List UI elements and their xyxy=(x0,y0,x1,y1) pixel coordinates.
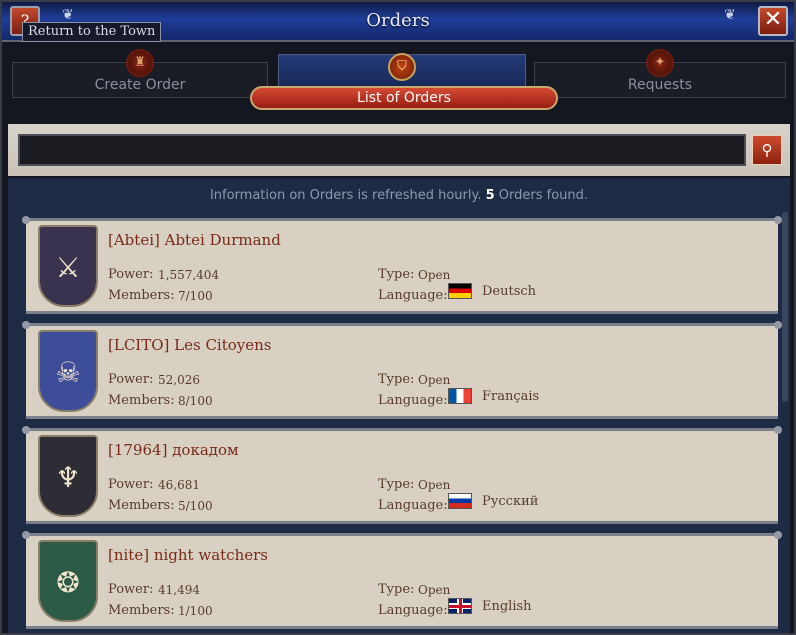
info-text: Information on Orders is refreshed hourl… xyxy=(8,188,790,203)
order-card[interactable]: ⚔ [Abtei] Abtei Durmand Power: 1,557,404… xyxy=(22,216,782,314)
power-label: Power: xyxy=(108,477,154,492)
language-label: Language: xyxy=(378,498,448,513)
list-orders-icon: ⛉ xyxy=(388,53,416,81)
order-name: [Abtei] Abtei Durmand xyxy=(108,231,281,249)
power-value: 46,681 xyxy=(158,478,200,492)
goat-skull-icon: ♆ xyxy=(55,461,81,494)
power-value: 41,494 xyxy=(158,583,200,597)
close-icon: ✕ xyxy=(763,7,783,32)
info-prefix: Information on Orders is refreshed hourl… xyxy=(209,188,482,203)
order-card[interactable]: ❂ [nite] night watchers Power: 41,494 Me… xyxy=(22,531,782,629)
language-label: Language: xyxy=(378,603,448,618)
language-value: Deutsch xyxy=(482,284,537,299)
members-value: 8/100 xyxy=(178,394,213,408)
griffin-icon: ❦ xyxy=(724,7,736,23)
order-card[interactable]: ☠ [LCITO] Les Citoyens Power: 52,026 Mem… xyxy=(22,321,782,419)
language-value: Русский xyxy=(482,494,539,509)
orders-window: ❦ Orders ❦ ? ✕ Return to the Town ♜ Crea… xyxy=(0,0,796,635)
type-label: Type: xyxy=(378,267,415,282)
language-label: Language: xyxy=(378,288,448,303)
language-value: Français xyxy=(482,389,540,404)
scrollbar[interactable] xyxy=(782,212,788,402)
members-value: 5/100 xyxy=(178,499,213,513)
power-value: 1,557,404 xyxy=(158,268,220,282)
order-crest: ♆ xyxy=(38,435,98,517)
order-name: [LCITO] Les Citoyens xyxy=(108,336,272,354)
order-crest: ❂ xyxy=(38,540,98,622)
language-value: English xyxy=(482,599,532,614)
tab-bar: ♜ Create Order ⛉ ✦ Requests List of Orde… xyxy=(8,46,788,112)
type-label: Type: xyxy=(378,372,415,387)
orders-list: Information on Orders is refreshed hourl… xyxy=(8,178,790,633)
type-value: Open xyxy=(418,373,451,387)
russia-flag-icon xyxy=(448,493,472,509)
members-label: Members: xyxy=(108,498,175,513)
tab-requests[interactable]: ✦ Requests xyxy=(534,49,786,98)
order-card[interactable]: ♆ [17964] докадом Power: 46,681 Members:… xyxy=(22,426,782,524)
power-label: Power: xyxy=(108,372,154,387)
info-suffix: Orders found. xyxy=(498,188,589,203)
type-value: Open xyxy=(418,478,451,492)
order-crest: ☠ xyxy=(38,330,98,412)
uk-flag-icon xyxy=(448,598,472,614)
orders-count: 5 xyxy=(485,188,495,203)
members-value: 1/100 xyxy=(178,604,213,618)
search-input[interactable] xyxy=(18,134,746,166)
type-value: Open xyxy=(418,583,451,597)
search-bar: ⚲ xyxy=(8,124,790,176)
order-crest: ⚔ xyxy=(38,225,98,307)
type-label: Type: xyxy=(378,477,415,492)
requests-icon: ✦ xyxy=(646,49,674,77)
power-label: Power: xyxy=(108,582,154,597)
skull-icon: ☠ xyxy=(55,356,81,389)
search-button[interactable]: ⚲ xyxy=(752,135,782,165)
search-icon: ⚲ xyxy=(761,141,773,159)
tab-label: Requests xyxy=(627,77,693,93)
tooltip: Return to the Town xyxy=(22,22,162,42)
members-label: Members: xyxy=(108,393,175,408)
order-name: [17964] докадом xyxy=(108,441,239,459)
power-value: 52,026 xyxy=(158,373,200,387)
language-label: Language: xyxy=(378,393,448,408)
france-flag-icon xyxy=(448,388,472,404)
tab-label: Create Order xyxy=(94,77,186,93)
close-button[interactable]: ✕ xyxy=(758,6,788,36)
type-label: Type: xyxy=(378,582,415,597)
germany-flag-icon xyxy=(448,283,472,299)
create-order-icon: ♜ xyxy=(126,49,154,77)
crossed-swords-icon: ⚔ xyxy=(55,251,81,284)
type-value: Open xyxy=(418,268,451,282)
green-man-icon: ❂ xyxy=(56,566,80,599)
members-label: Members: xyxy=(108,603,175,618)
order-name: [nite] night watchers xyxy=(108,546,268,564)
active-tab-ribbon[interactable]: List of Orders xyxy=(250,86,558,110)
power-label: Power: xyxy=(108,267,154,282)
members-label: Members: xyxy=(108,288,175,303)
members-value: 7/100 xyxy=(178,289,213,303)
tab-create-order[interactable]: ♜ Create Order xyxy=(12,49,268,98)
